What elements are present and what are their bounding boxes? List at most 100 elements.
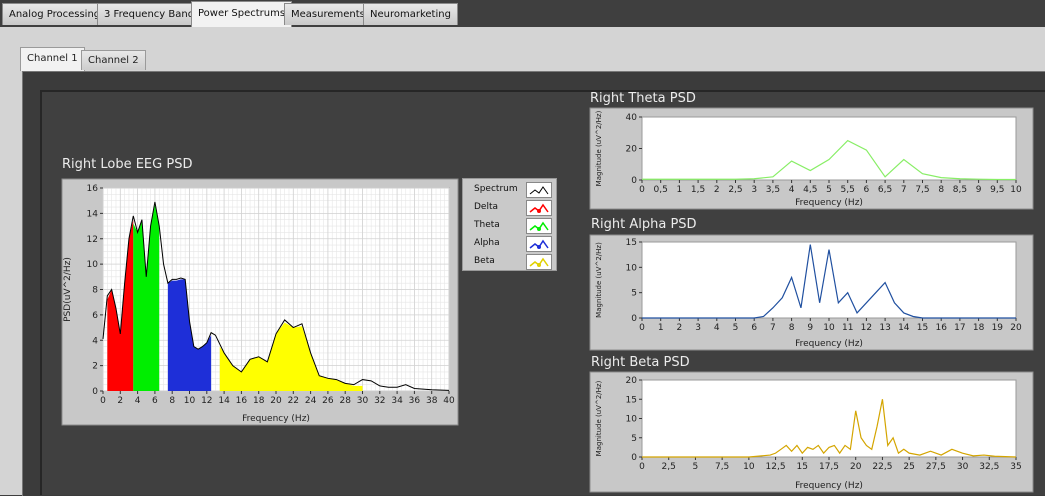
x-tick-label: 32 bbox=[374, 396, 385, 406]
y-tick-label: 6 bbox=[92, 311, 98, 321]
x-tick-label: 5 bbox=[693, 462, 699, 472]
x-tick-label: 0 bbox=[100, 396, 106, 406]
x-tick-label: 27,5 bbox=[926, 462, 946, 472]
x-tick-label: 22 bbox=[288, 396, 299, 406]
x-axis-label: Frequency (Hz) bbox=[795, 198, 863, 208]
x-tick-label: 7,5 bbox=[715, 462, 729, 472]
x-tick-label: 4 bbox=[135, 396, 141, 406]
x-tick-label: 10 bbox=[743, 462, 755, 472]
x-tick-label: 17,5 bbox=[819, 462, 839, 472]
x-tick-label: 40 bbox=[443, 396, 455, 406]
y-axis-label: PSD(uV^2/Hz) bbox=[63, 257, 73, 322]
y-axis-label: Magnitude (uV^2/Hz) bbox=[595, 242, 603, 318]
x-tick-label: 38 bbox=[426, 396, 438, 406]
x-tick-label: 3 bbox=[751, 185, 757, 195]
x-tick-label: 9,5 bbox=[990, 185, 1004, 195]
y-tick-label: 14 bbox=[87, 209, 99, 219]
y-tick-label: 40 bbox=[626, 113, 638, 123]
x-tick-label: 12 bbox=[861, 323, 872, 333]
y-tick-label: 12 bbox=[87, 235, 98, 245]
theta-plot-area bbox=[641, 116, 1017, 181]
y-tick-label: 10 bbox=[87, 260, 99, 270]
legend-item-theta[interactable]: Theta bbox=[466, 217, 554, 234]
x-tick-label: 28 bbox=[339, 396, 351, 406]
y-tick-label: 8 bbox=[92, 286, 98, 296]
x-tick-label: 22,5 bbox=[872, 462, 892, 472]
x-tick-label: 26 bbox=[322, 396, 334, 406]
legend-swatch bbox=[526, 200, 552, 216]
alpha-plot-area bbox=[641, 241, 1017, 319]
legend-swatch bbox=[526, 218, 552, 234]
legend-swatch bbox=[526, 182, 552, 198]
x-tick-label: 2 bbox=[677, 323, 683, 333]
x-tick-label: 4 bbox=[789, 185, 795, 195]
y-tick-label: 0 bbox=[631, 176, 637, 186]
x-tick-label: 0 bbox=[639, 185, 645, 195]
x-tick-label: 3,5 bbox=[766, 185, 780, 195]
legend-label: Theta bbox=[474, 220, 500, 230]
legend-item-delta[interactable]: Delta bbox=[466, 199, 554, 216]
x-tick-label: 30 bbox=[957, 462, 969, 472]
x-tick-label: 8 bbox=[938, 185, 944, 195]
y-axis-label: Magnitude (uV^2/Hz) bbox=[595, 380, 603, 456]
x-tick-label: 6 bbox=[152, 396, 158, 406]
x-tick-label: 2,5 bbox=[662, 462, 676, 472]
x-tick-label: 15 bbox=[917, 323, 928, 333]
x-tick-label: 1,5 bbox=[691, 185, 705, 195]
x-axis-label: Frequency (Hz) bbox=[795, 481, 863, 491]
x-tick-label: 6 bbox=[751, 323, 757, 333]
x-tick-label: 0 bbox=[639, 462, 645, 472]
x-tick-label: 20 bbox=[270, 396, 282, 406]
x-tick-label: 8 bbox=[169, 396, 175, 406]
x-tick-label: 20 bbox=[850, 462, 862, 472]
x-tick-label: 8 bbox=[789, 323, 795, 333]
x-tick-label: 5 bbox=[826, 185, 832, 195]
x-axis-label: Frequency (Hz) bbox=[795, 339, 863, 349]
x-tick-label: 10 bbox=[823, 323, 835, 333]
x-tick-label: 12 bbox=[201, 396, 212, 406]
y-tick-label: 5 bbox=[631, 434, 637, 444]
x-tick-label: 14 bbox=[898, 323, 910, 333]
x-tick-label: 2 bbox=[117, 396, 123, 406]
y-tick-label: 5 bbox=[631, 289, 637, 299]
x-tick-label: 6,5 bbox=[878, 185, 892, 195]
plot-legend[interactable]: Spectrum Delta Theta Alpha Beta bbox=[462, 178, 557, 271]
x-tick-label: 7,5 bbox=[915, 185, 929, 195]
x-tick-label: 2,5 bbox=[728, 185, 742, 195]
legend-item-beta[interactable]: Beta bbox=[466, 253, 554, 270]
x-tick-label: 9 bbox=[976, 185, 982, 195]
x-tick-label: 7 bbox=[770, 323, 776, 333]
x-tick-label: 1 bbox=[677, 185, 683, 195]
x-tick-label: 6 bbox=[864, 185, 870, 195]
x-tick-label: 20 bbox=[1010, 323, 1022, 333]
y-tick-label: 15 bbox=[626, 238, 637, 248]
y-tick-label: 15 bbox=[626, 395, 637, 405]
x-tick-label: 7 bbox=[901, 185, 907, 195]
x-tick-label: 36 bbox=[409, 396, 421, 406]
x-tick-label: 35 bbox=[1010, 462, 1021, 472]
legend-label: Delta bbox=[474, 202, 499, 212]
y-tick-label: 2 bbox=[92, 362, 98, 372]
y-tick-label: 16 bbox=[87, 184, 99, 194]
legend-label: Beta bbox=[474, 256, 495, 266]
y-tick-label: 10 bbox=[626, 415, 638, 425]
legend-label: Alpha bbox=[474, 238, 500, 248]
y-tick-label: 0 bbox=[92, 387, 98, 397]
y-tick-label: 0 bbox=[631, 314, 637, 324]
x-tick-label: 25 bbox=[903, 462, 914, 472]
x-tick-label: 5 bbox=[733, 323, 739, 333]
y-axis-label: Magnitude (uV^2/Hz) bbox=[595, 110, 603, 186]
x-tick-label: 12,5 bbox=[766, 462, 786, 472]
legend-swatch bbox=[526, 254, 552, 270]
x-tick-label: 4,5 bbox=[803, 185, 817, 195]
x-tick-label: 0,5 bbox=[654, 185, 668, 195]
x-tick-label: 2 bbox=[714, 185, 720, 195]
x-tick-label: 17 bbox=[954, 323, 965, 333]
x-tick-label: 0 bbox=[639, 323, 645, 333]
legend-item-alpha[interactable]: Alpha bbox=[466, 235, 554, 252]
beta-plot-area bbox=[641, 379, 1017, 458]
x-tick-label: 16 bbox=[935, 323, 947, 333]
x-axis-label: Frequency (Hz) bbox=[242, 414, 310, 424]
x-tick-label: 4 bbox=[714, 323, 720, 333]
legend-item-spectrum[interactable]: Spectrum bbox=[466, 181, 554, 198]
